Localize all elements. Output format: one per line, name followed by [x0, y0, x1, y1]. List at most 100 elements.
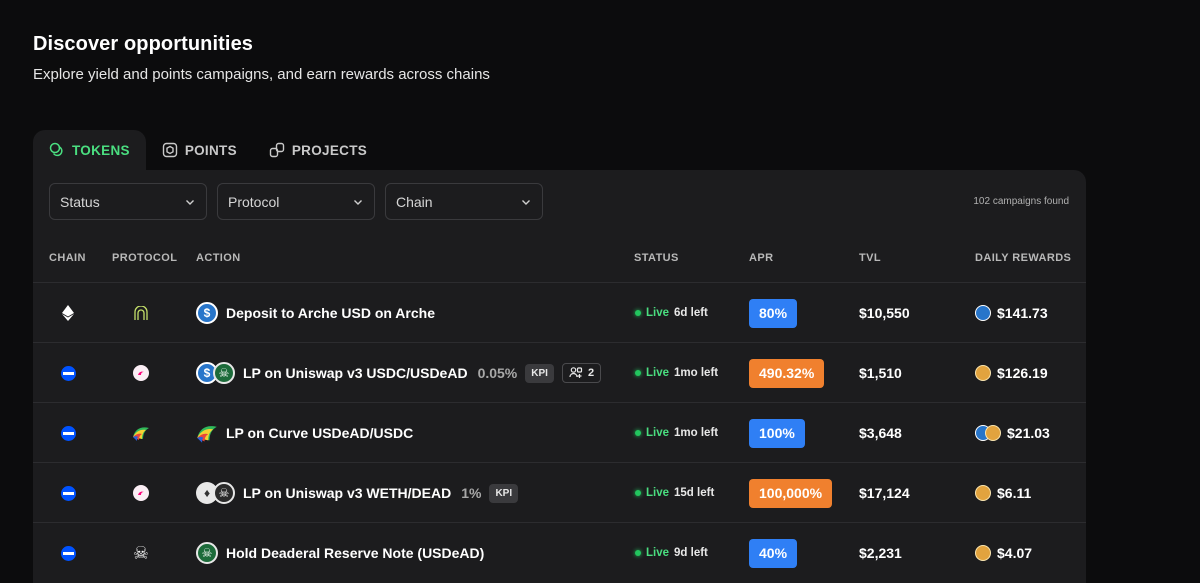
- status-label: Live: [646, 307, 670, 319]
- tab-points-label: POINTS: [184, 142, 237, 158]
- action-cell: LP on Curve USDeAD/USDC: [196, 403, 413, 463]
- status-cell: Live 9d left: [635, 523, 708, 583]
- protocol-cell: [131, 463, 151, 523]
- campaigns-card: TOKENS POINTS PROJECTS Status Protocol C…: [33, 130, 1086, 583]
- apr-badge[interactable]: 100,000%: [749, 478, 833, 508]
- live-dot-icon: [635, 310, 641, 316]
- status-filter[interactable]: Status: [49, 183, 207, 220]
- status-cell: Live 1mo left: [635, 343, 718, 403]
- protocol-filter-label: Protocol: [228, 193, 280, 210]
- reward-value: $21.03: [1007, 425, 1050, 441]
- chevron-down-icon: [354, 199, 362, 205]
- rewards-cell: $21.03: [975, 403, 1050, 463]
- dead-token-icon: [975, 365, 991, 381]
- usdead-token-icon: ☠: [213, 362, 235, 384]
- tab-tokens-label: TOKENS: [72, 142, 130, 158]
- header-daily-rewards[interactable]: DAILY REWARDS: [975, 252, 1071, 264]
- live-dot-icon: [635, 430, 641, 436]
- action-cell: $ Deposit to Arche USD on Arche: [196, 283, 435, 343]
- chain-cell: [60, 463, 76, 523]
- status-cell: Live 15d left: [635, 463, 714, 523]
- action-label[interactable]: LP on Curve USDeAD/USDC: [226, 425, 413, 441]
- time-left: 9d left: [674, 547, 708, 559]
- dead-token-icon: [975, 545, 991, 561]
- reward-value: $141.73: [997, 305, 1048, 321]
- table-row[interactable]: $ Deposit to Arche USD on Arche Live 6d …: [33, 282, 1086, 342]
- table-panel: Status Protocol Chain 102 campaigns foun…: [33, 170, 1086, 583]
- members-count: 2: [587, 367, 595, 379]
- table-row[interactable]: $ ☠ LP on Uniswap v3 USDC/USDeAD 0.05% K…: [33, 342, 1086, 402]
- protocol-cell: [131, 343, 151, 403]
- action-cell: $ ☠ LP on Uniswap v3 USDC/USDeAD 0.05% K…: [196, 343, 602, 403]
- header-protocol[interactable]: PROTOCOL: [112, 252, 177, 264]
- action-label[interactable]: LP on Uniswap v3 WETH/DEAD: [243, 485, 451, 501]
- header-tvl[interactable]: TVL: [859, 252, 881, 264]
- curve-icon: [133, 427, 149, 441]
- protocol-filter[interactable]: Protocol: [217, 183, 375, 220]
- apr-cell: 100%: [749, 403, 805, 463]
- live-dot-icon: [635, 370, 641, 376]
- apr-badge[interactable]: 80%: [749, 298, 798, 328]
- table-row[interactable]: ☠ ☠ Hold Deaderal Reserve Note (USDeAD) …: [33, 522, 1086, 582]
- header-status[interactable]: STATUS: [634, 252, 679, 264]
- kpi-tag: KPI: [489, 483, 519, 503]
- rewards-cell: $141.73: [975, 283, 1048, 343]
- apr-badge[interactable]: 40%: [749, 538, 798, 568]
- table-row[interactable]: ♦ ☠ LP on Uniswap v3 WETH/DEAD 1% KPI Li…: [33, 462, 1086, 522]
- table-body: $ Deposit to Arche USD on Arche Live 6d …: [33, 282, 1086, 582]
- chevron-down-icon: [522, 199, 530, 205]
- rewards-cell: $6.11: [975, 463, 1031, 523]
- tab-projects[interactable]: PROJECTS: [253, 130, 383, 170]
- apr-cell: 100,000%: [749, 463, 833, 523]
- chain-filter[interactable]: Chain: [385, 183, 543, 220]
- status-cell: Live 1mo left: [635, 403, 718, 463]
- base-icon: [60, 545, 76, 561]
- time-left: 1mo left: [674, 367, 719, 379]
- base-icon: [60, 425, 76, 441]
- tvl-value: $17,124: [859, 485, 910, 501]
- tvl-value: $2,231: [859, 545, 902, 561]
- chain-cell: [60, 523, 76, 583]
- skull-icon: ☠: [132, 542, 150, 563]
- fee-tier: 0.05%: [477, 365, 518, 381]
- action-label[interactable]: Hold Deaderal Reserve Note (USDeAD): [226, 545, 484, 561]
- tvl-value: $1,510: [859, 365, 902, 381]
- apr-badge[interactable]: 100%: [749, 418, 805, 448]
- header-chain[interactable]: CHAIN: [49, 252, 86, 264]
- tab-points[interactable]: POINTS: [146, 130, 253, 170]
- apr-cell: 40%: [749, 523, 798, 583]
- apr-cell: 80%: [749, 283, 798, 343]
- members-tag[interactable]: 2: [561, 363, 602, 383]
- reward-value: $6.11: [997, 485, 1032, 501]
- live-dot-icon: [635, 550, 641, 556]
- chain-cell: [60, 403, 76, 463]
- reward-token-pair: [975, 425, 1001, 441]
- action-label[interactable]: LP on Uniswap v3 USDC/USDeAD: [243, 365, 468, 381]
- table-row[interactable]: LP on Curve USDeAD/USDC Live 1mo left 10…: [33, 402, 1086, 462]
- status-cell: Live 6d left: [635, 283, 708, 343]
- tab-projects-label: PROJECTS: [291, 142, 368, 158]
- header-apr[interactable]: APR: [749, 252, 773, 264]
- action-cell: ☠ Hold Deaderal Reserve Note (USDeAD): [196, 523, 484, 583]
- tab-tokens[interactable]: TOKENS: [33, 130, 146, 170]
- protocol-cell: [131, 283, 151, 343]
- tvl-value: $3,648: [859, 425, 902, 441]
- status-filter-label: Status: [60, 193, 100, 210]
- tvl-value: $10,550: [859, 305, 910, 321]
- token-pair: $ ☠: [196, 362, 235, 384]
- fee-tier: 1%: [461, 485, 482, 501]
- page-title: Discover opportunities: [33, 33, 254, 55]
- base-icon: [60, 365, 76, 381]
- dead-token-icon: [975, 485, 991, 501]
- dead-token-icon: [985, 425, 1001, 441]
- time-left: 6d left: [674, 307, 708, 319]
- ethereum-icon: [62, 305, 74, 321]
- usdead-token-icon: ☠: [196, 542, 218, 564]
- apr-badge[interactable]: 490.32%: [749, 358, 825, 388]
- time-left: 1mo left: [674, 427, 719, 439]
- apr-cell: 490.32%: [749, 343, 825, 403]
- time-left: 15d left: [674, 487, 715, 499]
- coins-icon: [49, 142, 63, 157]
- chevron-down-icon: [186, 199, 194, 205]
- action-label[interactable]: Deposit to Arche USD on Arche: [226, 305, 435, 321]
